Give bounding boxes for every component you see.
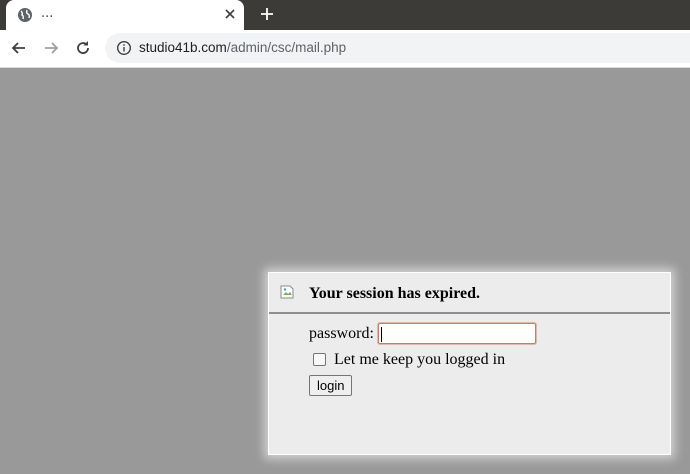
url-host: studio41b.com [139,40,227,55]
url-text[interactable]: studio41b.com/admin/csc/mail.php [139,40,346,55]
broken-image-icon [280,285,294,299]
plus-icon[interactable] [258,5,276,23]
url-path: /admin/csc/mail.php [226,40,347,55]
session-expired-dialog: Your session has expired. password: Let … [268,272,671,455]
tab-title: ... [41,6,54,21]
close-icon[interactable] [222,6,238,22]
info-icon[interactable] [116,40,132,56]
keep-logged-in-label[interactable]: Let me keep you logged in [334,351,505,369]
reload-icon[interactable] [73,38,93,58]
dialog-title: Your session has expired. [309,285,480,302]
password-input[interactable] [378,323,536,344]
tab-strip: ... [0,0,690,30]
address-bar[interactable]: studio41b.com/admin/csc/mail.php [105,33,690,63]
text-caret [381,327,382,342]
password-label: password: [309,325,374,342]
arrow-left-icon[interactable] [9,38,29,58]
arrow-right-icon[interactable] [41,38,61,58]
login-button[interactable]: login [309,375,353,396]
keep-logged-in-checkbox[interactable] [313,353,326,366]
globe-icon [18,8,32,22]
browser-toolbar: studio41b.com/admin/csc/mail.php [0,30,690,68]
dialog-header: Your session has expired. [269,273,670,314]
browser-tab[interactable]: ... [6,0,244,30]
